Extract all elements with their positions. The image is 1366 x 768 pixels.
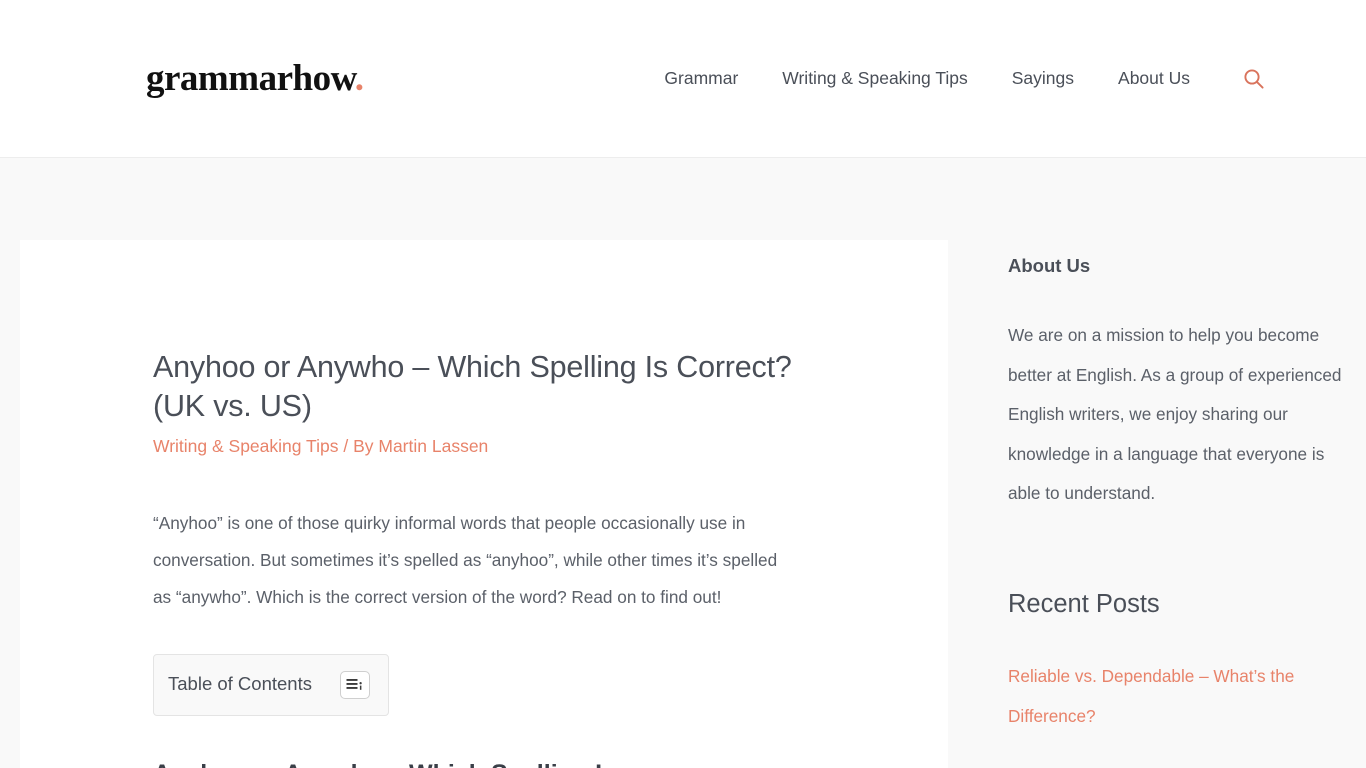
logo-text: grammarhow [146,58,355,99]
logo-dot: . [354,58,364,99]
widget-recent-posts: Recent Posts Reliable vs. Dependable – W… [1008,588,1350,736]
post-intro-paragraph: “Anyhoo” is one of those quirky informal… [153,512,778,607]
post-author-link[interactable]: Martin Lassen [378,436,488,456]
list-toggle-icon[interactable] [339,670,370,699]
nav-item-sayings[interactable]: Sayings [990,69,1096,88]
post-meta-separator: / By [343,436,374,457]
table-of-contents-box: Table of Contents [153,653,389,716]
about-us-text: We are on a mission to help you become b… [1008,325,1342,504]
recent-posts-list: Reliable vs. Dependable – What’s the Dif… [1008,657,1350,736]
recent-post-link[interactable]: Reliable vs. Dependable – What’s the Dif… [1008,666,1294,726]
nav-item-grammar[interactable]: Grammar [642,69,760,88]
search-icon-glyph [1244,68,1264,89]
nav-item-writing-speaking-tips[interactable]: Writing & Speaking Tips [760,69,989,88]
post-category-link[interactable]: Writing & Speaking Tips [153,436,338,456]
post-meta: Writing & Speaking Tips / By Martin Lass… [153,434,794,459]
page-title: Anyhoo or Anywho – Which Spelling Is Cor… [153,350,792,424]
site-logo[interactable]: grammarhow. [146,60,364,97]
article-card: Anyhoo or Anywho – Which Spelling Is Cor… [20,240,948,768]
widget-about-us: About Us We are on a mission to help you… [1008,254,1350,514]
page-body: Anyhoo or Anywho – Which Spelling Is Cor… [0,158,1366,768]
search-icon[interactable] [1242,67,1266,91]
list-item: Reliable vs. Dependable – What’s the Dif… [1008,657,1350,736]
site-header: grammarhow. Grammar Writing & Speaking T… [0,0,1366,158]
table-of-contents-label: Table of Contents [168,673,312,695]
widget-title-recent-posts: Recent Posts [1008,589,1160,618]
list-toggle-icon-glyph [346,678,363,690]
sidebar: About Us We are on a mission to help you… [948,240,1366,736]
first-section-heading: Anyhoo or Anywho – Which Spelling I [153,758,794,768]
main-navigation: Grammar Writing & Speaking Tips Sayings … [642,67,1266,91]
widget-title-about-us: About Us [1008,255,1091,276]
nav-item-about-us[interactable]: About Us [1096,69,1212,88]
